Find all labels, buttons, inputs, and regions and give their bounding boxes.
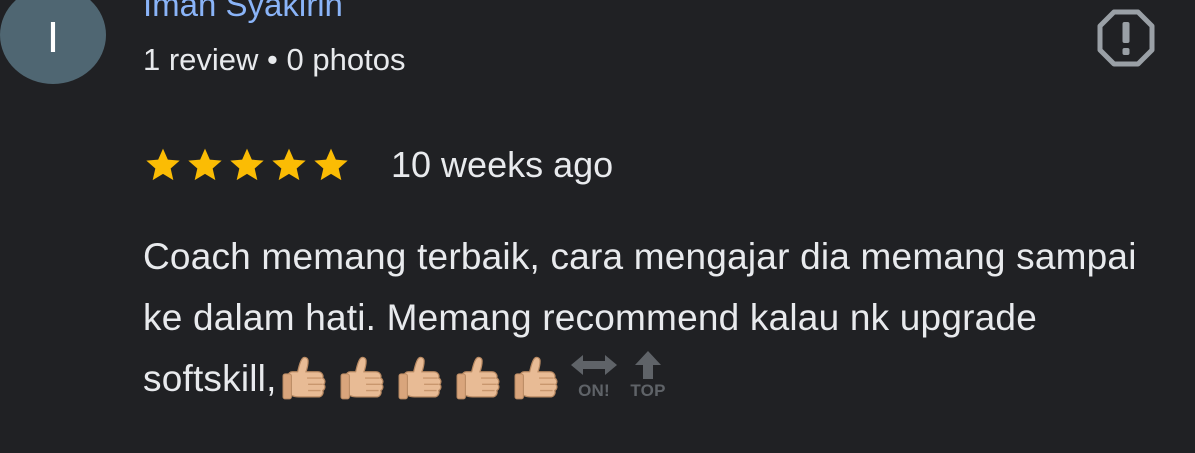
star-rating bbox=[143, 145, 351, 185]
reviewer-name[interactable]: Iman Syakirin bbox=[143, 0, 343, 24]
thumbs-up-emoji-icon bbox=[340, 356, 384, 400]
top-arrow-emoji-icon: TOP bbox=[630, 351, 665, 400]
star-icon bbox=[188, 148, 222, 181]
star-icon bbox=[146, 148, 180, 181]
star-icon bbox=[230, 148, 264, 181]
review-text: Coach memang terbaik, cara mengajar dia … bbox=[143, 226, 1173, 409]
review-date: 10 weeks ago bbox=[391, 144, 614, 185]
thumbs-up-emoji-icon bbox=[398, 356, 442, 400]
thumbs-up-emoji-icon bbox=[514, 356, 558, 400]
reviewer-meta: 1 review • 0 photos bbox=[143, 42, 406, 77]
avatar-initial: I bbox=[46, 13, 60, 62]
thumbs-up-emoji-icon bbox=[282, 356, 326, 400]
star-icon bbox=[314, 148, 348, 181]
svg-text:TOP: TOP bbox=[630, 381, 665, 400]
emoji-row: ON! TOP bbox=[277, 349, 675, 401]
report-icon[interactable] bbox=[1097, 9, 1155, 67]
avatar[interactable]: I bbox=[0, 0, 106, 84]
thumbs-up-emoji-icon bbox=[456, 356, 500, 400]
svg-text:ON!: ON! bbox=[578, 381, 610, 400]
on-arrow-emoji-icon: ON! bbox=[570, 355, 617, 400]
star-icon bbox=[272, 148, 306, 181]
rating-row: 10 weeks ago bbox=[143, 142, 613, 188]
